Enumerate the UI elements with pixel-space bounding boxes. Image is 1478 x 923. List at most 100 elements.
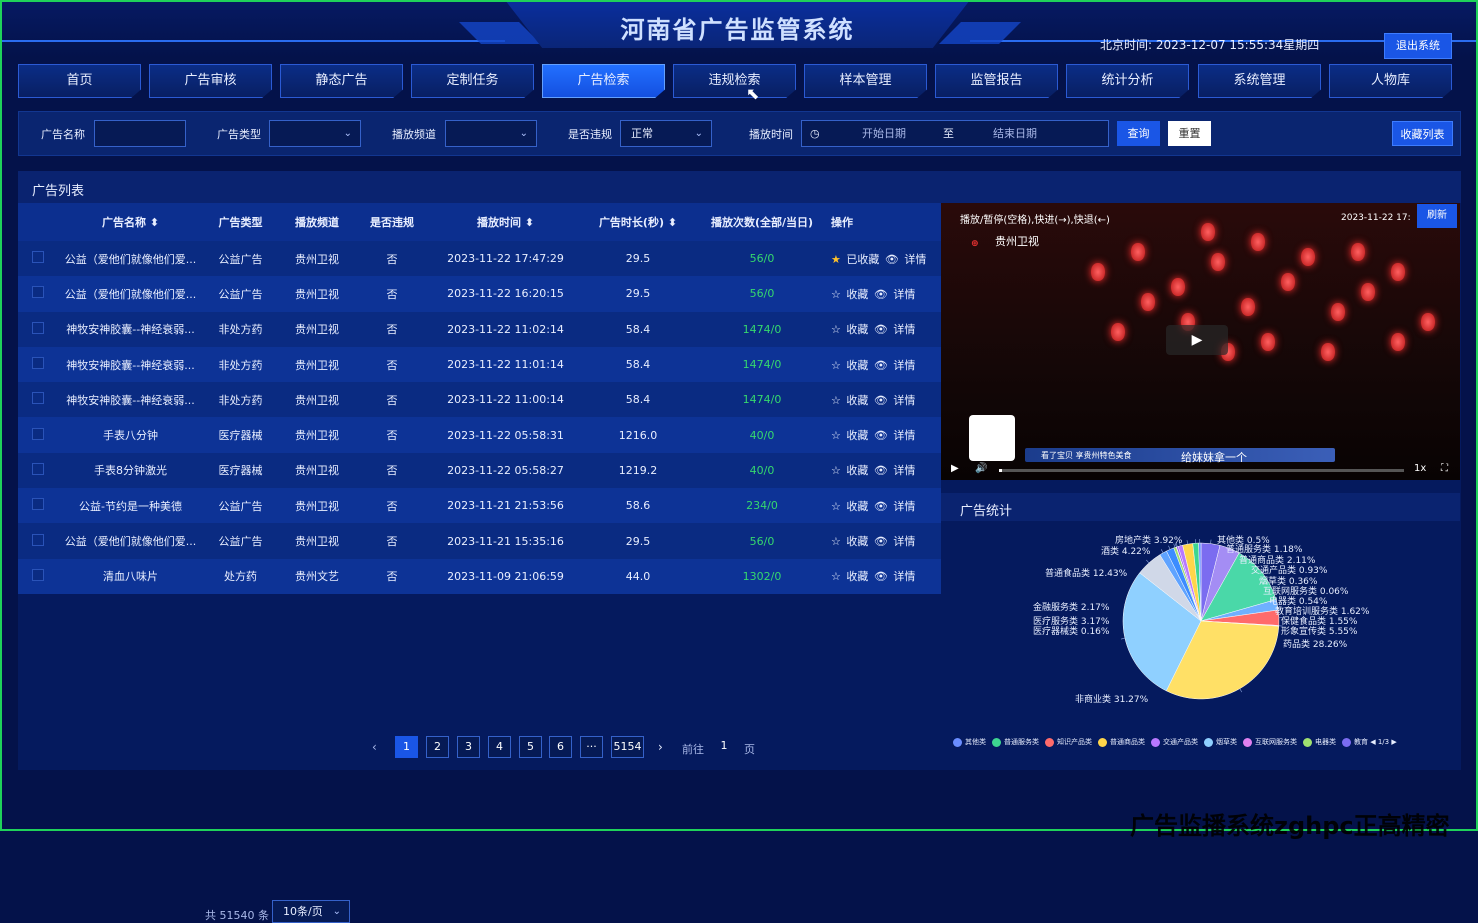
goto-page-input[interactable]: 1 (708, 736, 740, 758)
violation-select[interactable]: 正常⌄ (620, 120, 712, 147)
row-checkbox[interactable] (32, 357, 44, 369)
nav-sample-management[interactable]: 样本管理 (804, 64, 927, 98)
detail-button[interactable]: 详情 (893, 570, 915, 583)
nav-ad-review[interactable]: 广告审核 (149, 64, 272, 98)
favorite-button[interactable]: 收藏 (846, 570, 868, 583)
nav-supervision-report[interactable]: 监管报告 (935, 64, 1058, 98)
page-size-select[interactable]: 10条/页⌄ (272, 900, 350, 923)
detail-button[interactable]: 详情 (893, 429, 915, 442)
star-icon[interactable]: ☆ (831, 323, 841, 336)
detail-button[interactable]: 详情 (893, 394, 915, 407)
col-play-time[interactable]: 播放时间 ⬍ (428, 203, 583, 241)
legend-prev-icon[interactable]: ◀ (1368, 738, 1378, 746)
page-button-1[interactable]: 1 (395, 736, 418, 758)
favorite-button[interactable]: 收藏 (846, 500, 868, 513)
channel-select[interactable]: ⌄ (445, 120, 537, 147)
legend-item-5[interactable]: 烟草类 (1216, 738, 1237, 746)
star-icon[interactable]: ☆ (831, 394, 841, 407)
eye-icon[interactable]: 👁 (874, 323, 888, 336)
favorite-button[interactable]: 收藏 (846, 464, 868, 477)
legend-item-2[interactable]: 知识产品类 (1057, 738, 1092, 746)
eye-icon[interactable]: 👁 (874, 394, 888, 407)
eye-icon[interactable]: 👁 (874, 288, 888, 301)
page-button-last[interactable]: 5154 (611, 736, 644, 758)
legend-item-8[interactable]: 教育 (1354, 738, 1368, 746)
legend-item-6[interactable]: 互联网服务类 (1255, 738, 1297, 746)
sort-icon[interactable]: ⬍ (150, 216, 159, 229)
play-control-icon[interactable]: ▶ (951, 463, 959, 474)
favorite-button[interactable]: 收藏 (846, 288, 868, 301)
eye-icon[interactable]: 👁 (874, 359, 888, 372)
legend-item-0[interactable]: 其他类 (965, 738, 986, 746)
table-row[interactable]: 公益（爱他们就像他们爱... 公益广告 贵州卫视 否 2023-11-21 15… (18, 523, 941, 558)
legend-item-3[interactable]: 普通商品类 (1110, 738, 1145, 746)
detail-button[interactable]: 详情 (904, 253, 926, 266)
nav-static-ads[interactable]: 静态广告 (280, 64, 403, 98)
sort-icon[interactable]: ⬍ (668, 216, 677, 229)
detail-button[interactable]: 详情 (893, 500, 915, 513)
row-checkbox[interactable] (32, 569, 44, 581)
favorite-button[interactable]: 收藏 (846, 535, 868, 548)
row-checkbox[interactable] (32, 286, 44, 298)
row-checkbox[interactable] (32, 534, 44, 546)
star-icon[interactable]: ☆ (831, 288, 841, 301)
nav-custom-tasks[interactable]: 定制任务 (411, 64, 534, 98)
row-checkbox[interactable] (32, 498, 44, 510)
star-icon[interactable]: ☆ (831, 359, 841, 372)
row-checkbox[interactable] (32, 322, 44, 334)
detail-button[interactable]: 详情 (893, 535, 915, 548)
sort-icon[interactable]: ⬍ (525, 216, 534, 229)
table-row[interactable]: 神牧安神胶囊--神经衰弱... 非处方药 贵州卫视 否 2023-11-22 1… (18, 347, 941, 382)
page-ellipsis[interactable]: ··· (580, 736, 603, 758)
row-checkbox[interactable] (32, 428, 44, 440)
page-button-4[interactable]: 4 (488, 736, 511, 758)
end-date-input[interactable]: 结束日期 (993, 121, 1037, 146)
detail-button[interactable]: 详情 (893, 359, 915, 372)
col-duration[interactable]: 广告时长(秒) ⬍ (583, 203, 693, 241)
detail-button[interactable]: 详情 (893, 288, 915, 301)
speed-button[interactable]: 1x (1414, 463, 1426, 474)
favorite-button[interactable]: 收藏 (846, 394, 868, 407)
row-checkbox[interactable] (32, 392, 44, 404)
volume-icon[interactable]: 🔊 (975, 463, 987, 474)
ad-type-select[interactable]: ⌄ (269, 120, 361, 147)
eye-icon[interactable]: 👁 (874, 429, 888, 442)
table-row[interactable]: 神牧安神胶囊--神经衰弱... 非处方药 贵州卫视 否 2023-11-22 1… (18, 312, 941, 347)
table-row[interactable]: 手表8分钟激光 医疗器械 贵州卫视 否 2023-11-22 05:58:27 … (18, 453, 941, 488)
table-row[interactable]: 清血八味片 处方药 贵州文艺 否 2023-11-09 21:06:59 44.… (18, 559, 941, 594)
page-button-5[interactable]: 5 (519, 736, 542, 758)
page-button-2[interactable]: 2 (426, 736, 449, 758)
fullscreen-icon[interactable]: ⛶ (1441, 463, 1448, 474)
play-icon[interactable]: ▶ (1166, 325, 1228, 355)
reset-button[interactable]: 重置 (1168, 121, 1211, 146)
favorite-button[interactable]: 收藏 (846, 359, 868, 372)
progress-track[interactable] (999, 469, 1404, 472)
logout-button[interactable]: 退出系统 (1384, 33, 1452, 59)
ad-name-input[interactable] (94, 120, 186, 147)
nav-people[interactable]: 人物库 (1329, 64, 1452, 98)
detail-button[interactable]: 详情 (893, 464, 915, 477)
nav-system-management[interactable]: 系统管理 (1198, 64, 1321, 98)
table-row[interactable]: 手表八分钟 医疗器械 贵州卫视 否 2023-11-22 05:58:31 12… (18, 417, 941, 452)
video-player[interactable]: 播放/暂停(空格),快进(→),快退(←) ⊕ 贵州卫视 2023-11-22 … (941, 203, 1460, 480)
star-icon[interactable]: ☆ (831, 464, 841, 477)
eye-icon[interactable]: 👁 (885, 253, 899, 266)
row-checkbox[interactable] (32, 251, 44, 263)
table-row[interactable]: 神牧安神胶囊--神经衰弱... 非处方药 贵州卫视 否 2023-11-22 1… (18, 382, 941, 417)
eye-icon[interactable]: 👁 (874, 500, 888, 513)
legend-item-1[interactable]: 普通服务类 (1004, 738, 1039, 746)
prev-page-icon[interactable]: ‹ (372, 740, 377, 754)
legend-item-4[interactable]: 交通产品类 (1163, 738, 1198, 746)
refresh-button[interactable]: 刷新 (1417, 204, 1457, 228)
nav-violation-search[interactable]: 违规检索 (673, 64, 796, 98)
next-page-icon[interactable]: › (658, 740, 663, 754)
legend-next-icon[interactable]: ▶ (1389, 738, 1397, 746)
favorite-button[interactable]: 收藏 (846, 323, 868, 336)
query-button[interactable]: 查询 (1117, 121, 1160, 146)
favorite-button[interactable]: 已收藏 (846, 253, 879, 266)
table-row[interactable]: 公益（爱他们就像他们爱... 公益广告 贵州卫视 否 2023-11-22 16… (18, 276, 941, 311)
eye-icon[interactable]: 👁 (874, 535, 888, 548)
star-icon[interactable]: ★ (831, 253, 841, 266)
nav-home[interactable]: 首页 (18, 64, 141, 98)
table-row[interactable]: 公益（爱他们就像他们爱... 公益广告 贵州卫视 否 2023-11-22 17… (18, 241, 941, 276)
